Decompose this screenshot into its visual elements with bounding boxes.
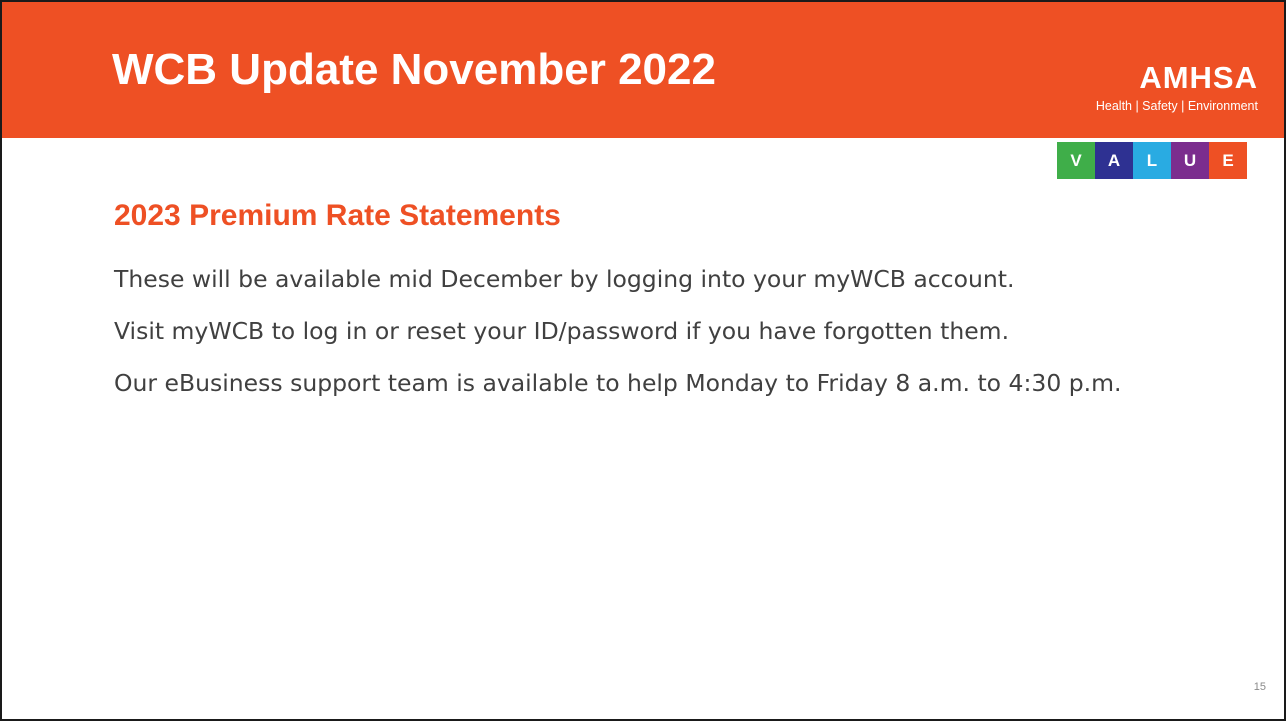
value-letter-l: L: [1133, 142, 1171, 179]
value-strip: V A L U E: [1057, 142, 1247, 179]
value-letter-u: U: [1171, 142, 1209, 179]
slide: WCB Update November 2022 AMHSA Health | …: [0, 0, 1286, 721]
value-letter-e: E: [1209, 142, 1247, 179]
page-number: 15: [1253, 681, 1266, 693]
section-title: 2023 Premium Rate Statements: [114, 199, 561, 232]
value-letter-a: A: [1095, 142, 1133, 179]
header-band: WCB Update November 2022 AMHSA Health | …: [2, 2, 1284, 138]
paragraph-login-reset: Visit myWCB to log in or reset your ID/p…: [114, 317, 1010, 346]
paragraph-support-hours: Our eBusiness support team is available …: [114, 369, 1122, 398]
body-text: These will be available mid December by …: [114, 262, 1224, 418]
slide-title: WCB Update November 2022: [112, 45, 716, 94]
paragraph-availability: These will be available mid December by …: [114, 265, 1015, 293]
logo-wordmark: AMHSA: [1139, 60, 1258, 95]
logo-tagline: Health | Safety | Environment: [1095, 99, 1258, 113]
value-letter-v: V: [1057, 142, 1095, 179]
